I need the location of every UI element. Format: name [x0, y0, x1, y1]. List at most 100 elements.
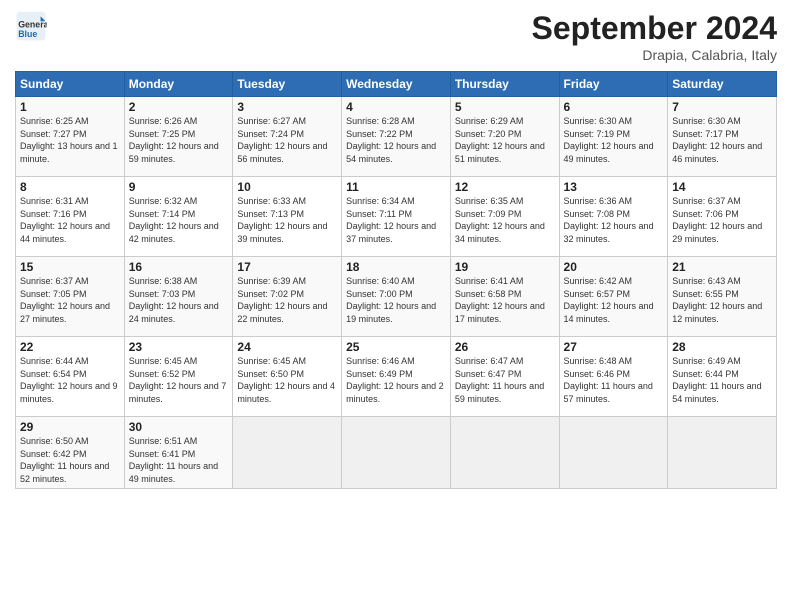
calendar-cell: 23 Sunrise: 6:45 AMSunset: 6:52 PMDaylig…: [124, 337, 233, 417]
day-number: 17: [237, 260, 337, 274]
day-info: Sunrise: 6:35 AMSunset: 7:09 PMDaylight:…: [455, 196, 545, 244]
calendar-cell: 2 Sunrise: 6:26 AMSunset: 7:25 PMDayligh…: [124, 97, 233, 177]
logo: General Blue: [15, 10, 47, 42]
calendar-cell: 19 Sunrise: 6:41 AMSunset: 6:58 PMDaylig…: [450, 257, 559, 337]
calendar-cell: 27 Sunrise: 6:48 AMSunset: 6:46 PMDaylig…: [559, 337, 668, 417]
calendar-cell: 12 Sunrise: 6:35 AMSunset: 7:09 PMDaylig…: [450, 177, 559, 257]
day-number: 27: [564, 340, 664, 354]
day-number: 16: [129, 260, 229, 274]
calendar-cell: 28 Sunrise: 6:49 AMSunset: 6:44 PMDaylig…: [668, 337, 777, 417]
calendar-cell: [342, 417, 451, 489]
day-info: Sunrise: 6:30 AMSunset: 7:17 PMDaylight:…: [672, 116, 762, 164]
calendar-cell: 25 Sunrise: 6:46 AMSunset: 6:49 PMDaylig…: [342, 337, 451, 417]
calendar-cell: 17 Sunrise: 6:39 AMSunset: 7:02 PMDaylig…: [233, 257, 342, 337]
day-number: 23: [129, 340, 229, 354]
calendar-cell: 26 Sunrise: 6:47 AMSunset: 6:47 PMDaylig…: [450, 337, 559, 417]
logo-icon: General Blue: [15, 10, 47, 42]
calendar-cell: 30 Sunrise: 6:51 AMSunset: 6:41 PMDaylig…: [124, 417, 233, 489]
day-info: Sunrise: 6:34 AMSunset: 7:11 PMDaylight:…: [346, 196, 436, 244]
day-number: 12: [455, 180, 555, 194]
month-title: September 2024: [532, 10, 777, 47]
col-wednesday: Wednesday: [342, 72, 451, 97]
col-saturday: Saturday: [668, 72, 777, 97]
day-number: 6: [564, 100, 664, 114]
day-number: 2: [129, 100, 229, 114]
calendar-container: General Blue September 2024 Drapia, Cala…: [0, 0, 792, 612]
day-info: Sunrise: 6:47 AMSunset: 6:47 PMDaylight:…: [455, 356, 544, 404]
table-row: 1 Sunrise: 6:25 AMSunset: 7:27 PMDayligh…: [16, 97, 777, 177]
day-number: 7: [672, 100, 772, 114]
day-number: 21: [672, 260, 772, 274]
calendar-cell: [559, 417, 668, 489]
calendar-cell: 9 Sunrise: 6:32 AMSunset: 7:14 PMDayligh…: [124, 177, 233, 257]
svg-text:Blue: Blue: [18, 29, 37, 39]
calendar-cell: 14 Sunrise: 6:37 AMSunset: 7:06 PMDaylig…: [668, 177, 777, 257]
day-number: 30: [129, 420, 229, 434]
title-block: September 2024 Drapia, Calabria, Italy: [532, 10, 777, 63]
day-number: 26: [455, 340, 555, 354]
calendar-cell: 1 Sunrise: 6:25 AMSunset: 7:27 PMDayligh…: [16, 97, 125, 177]
day-info: Sunrise: 6:49 AMSunset: 6:44 PMDaylight:…: [672, 356, 761, 404]
col-sunday: Sunday: [16, 72, 125, 97]
day-number: 3: [237, 100, 337, 114]
day-number: 10: [237, 180, 337, 194]
calendar-cell: 13 Sunrise: 6:36 AMSunset: 7:08 PMDaylig…: [559, 177, 668, 257]
calendar-cell: 18 Sunrise: 6:40 AMSunset: 7:00 PMDaylig…: [342, 257, 451, 337]
calendar-cell: [233, 417, 342, 489]
day-number: 4: [346, 100, 446, 114]
day-info: Sunrise: 6:41 AMSunset: 6:58 PMDaylight:…: [455, 276, 545, 324]
day-number: 25: [346, 340, 446, 354]
day-info: Sunrise: 6:27 AMSunset: 7:24 PMDaylight:…: [237, 116, 327, 164]
calendar-cell: 22 Sunrise: 6:44 AMSunset: 6:54 PMDaylig…: [16, 337, 125, 417]
location-subtitle: Drapia, Calabria, Italy: [532, 47, 777, 63]
day-info: Sunrise: 6:43 AMSunset: 6:55 PMDaylight:…: [672, 276, 762, 324]
day-number: 9: [129, 180, 229, 194]
day-info: Sunrise: 6:42 AMSunset: 6:57 PMDaylight:…: [564, 276, 654, 324]
day-info: Sunrise: 6:25 AMSunset: 7:27 PMDaylight:…: [20, 116, 118, 164]
day-info: Sunrise: 6:32 AMSunset: 7:14 PMDaylight:…: [129, 196, 219, 244]
calendar-cell: 29 Sunrise: 6:50 AMSunset: 6:42 PMDaylig…: [16, 417, 125, 489]
table-row: 22 Sunrise: 6:44 AMSunset: 6:54 PMDaylig…: [16, 337, 777, 417]
day-number: 5: [455, 100, 555, 114]
calendar-cell: 10 Sunrise: 6:33 AMSunset: 7:13 PMDaylig…: [233, 177, 342, 257]
day-number: 29: [20, 420, 120, 434]
header-row: Sunday Monday Tuesday Wednesday Thursday…: [16, 72, 777, 97]
day-info: Sunrise: 6:48 AMSunset: 6:46 PMDaylight:…: [564, 356, 653, 404]
day-number: 28: [672, 340, 772, 354]
calendar-table: Sunday Monday Tuesday Wednesday Thursday…: [15, 71, 777, 489]
calendar-cell: 7 Sunrise: 6:30 AMSunset: 7:17 PMDayligh…: [668, 97, 777, 177]
day-number: 8: [20, 180, 120, 194]
calendar-cell: 8 Sunrise: 6:31 AMSunset: 7:16 PMDayligh…: [16, 177, 125, 257]
day-info: Sunrise: 6:51 AMSunset: 6:41 PMDaylight:…: [129, 436, 218, 484]
calendar-cell: 21 Sunrise: 6:43 AMSunset: 6:55 PMDaylig…: [668, 257, 777, 337]
day-info: Sunrise: 6:28 AMSunset: 7:22 PMDaylight:…: [346, 116, 436, 164]
day-number: 19: [455, 260, 555, 274]
day-info: Sunrise: 6:45 AMSunset: 6:50 PMDaylight:…: [237, 356, 335, 404]
day-info: Sunrise: 6:50 AMSunset: 6:42 PMDaylight:…: [20, 436, 109, 484]
col-tuesday: Tuesday: [233, 72, 342, 97]
calendar-cell: [450, 417, 559, 489]
day-number: 11: [346, 180, 446, 194]
table-row: 8 Sunrise: 6:31 AMSunset: 7:16 PMDayligh…: [16, 177, 777, 257]
day-info: Sunrise: 6:31 AMSunset: 7:16 PMDaylight:…: [20, 196, 110, 244]
day-info: Sunrise: 6:37 AMSunset: 7:06 PMDaylight:…: [672, 196, 762, 244]
day-info: Sunrise: 6:26 AMSunset: 7:25 PMDaylight:…: [129, 116, 219, 164]
col-friday: Friday: [559, 72, 668, 97]
calendar-cell: 16 Sunrise: 6:38 AMSunset: 7:03 PMDaylig…: [124, 257, 233, 337]
calendar-cell: [668, 417, 777, 489]
day-number: 18: [346, 260, 446, 274]
calendar-cell: 4 Sunrise: 6:28 AMSunset: 7:22 PMDayligh…: [342, 97, 451, 177]
calendar-cell: 11 Sunrise: 6:34 AMSunset: 7:11 PMDaylig…: [342, 177, 451, 257]
day-info: Sunrise: 6:44 AMSunset: 6:54 PMDaylight:…: [20, 356, 118, 404]
day-info: Sunrise: 6:40 AMSunset: 7:00 PMDaylight:…: [346, 276, 436, 324]
day-number: 20: [564, 260, 664, 274]
day-number: 14: [672, 180, 772, 194]
day-number: 15: [20, 260, 120, 274]
day-info: Sunrise: 6:45 AMSunset: 6:52 PMDaylight:…: [129, 356, 227, 404]
table-row: 15 Sunrise: 6:37 AMSunset: 7:05 PMDaylig…: [16, 257, 777, 337]
calendar-cell: 15 Sunrise: 6:37 AMSunset: 7:05 PMDaylig…: [16, 257, 125, 337]
day-number: 22: [20, 340, 120, 354]
calendar-cell: 20 Sunrise: 6:42 AMSunset: 6:57 PMDaylig…: [559, 257, 668, 337]
day-info: Sunrise: 6:30 AMSunset: 7:19 PMDaylight:…: [564, 116, 654, 164]
header: General Blue September 2024 Drapia, Cala…: [15, 10, 777, 63]
